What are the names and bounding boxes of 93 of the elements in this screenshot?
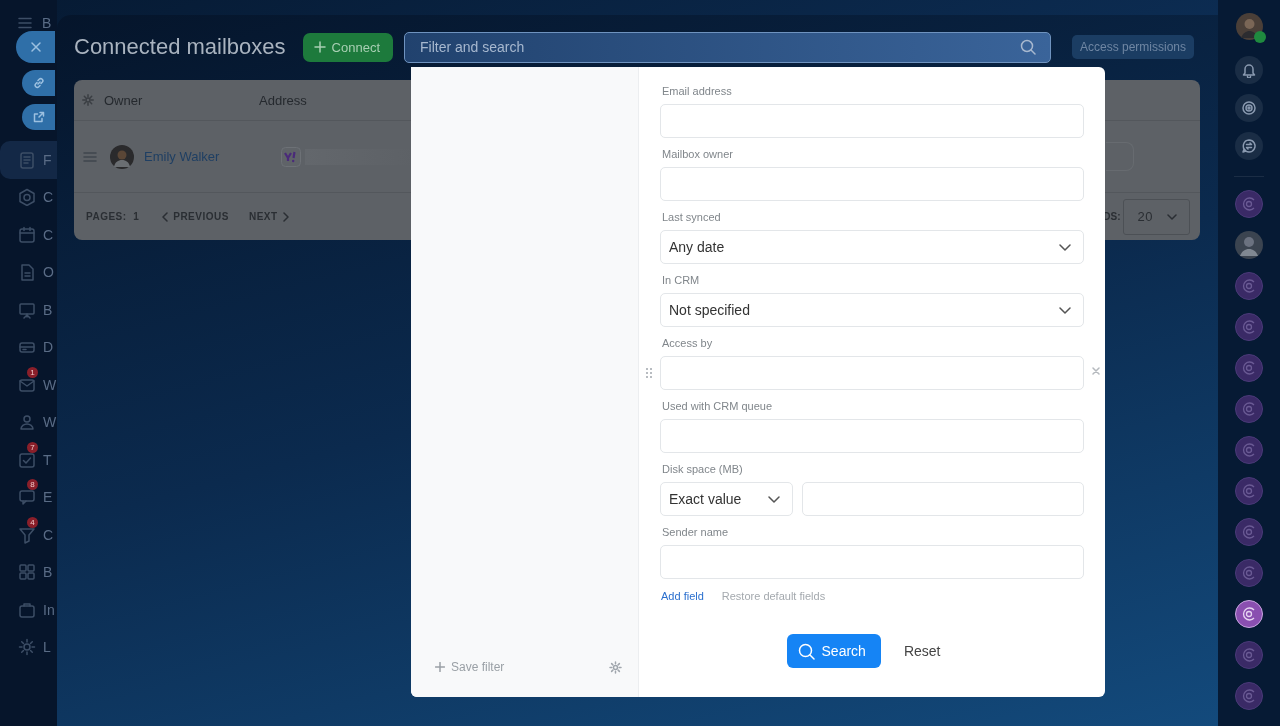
nav-item[interactable]: C bbox=[0, 178, 57, 216]
count-badge: 1 bbox=[27, 366, 38, 378]
nav-item[interactable]: B bbox=[0, 291, 57, 329]
link-icon bbox=[32, 77, 45, 89]
calendar-icon bbox=[18, 225, 36, 244]
input-field[interactable] bbox=[660, 545, 1084, 579]
link-button[interactable] bbox=[22, 70, 55, 96]
chevron-down-icon bbox=[1059, 306, 1071, 314]
chat-avatar[interactable] bbox=[1235, 231, 1263, 259]
settings-icon bbox=[609, 660, 622, 674]
settings-button[interactable] bbox=[609, 660, 622, 674]
search-icon bbox=[1020, 39, 1036, 55]
field-label: Access by bbox=[661, 337, 714, 350]
nav-item[interactable]: 4 C bbox=[0, 516, 57, 554]
mail-provider-icon bbox=[281, 146, 301, 167]
remove-button[interactable] bbox=[1092, 367, 1100, 375]
nav-item[interactable]: C bbox=[0, 216, 57, 254]
swap-chat-button[interactable] bbox=[1235, 132, 1263, 160]
input-field[interactable] bbox=[660, 419, 1084, 453]
column-header[interactable]: Owner bbox=[104, 92, 259, 108]
document-icon bbox=[18, 150, 36, 169]
notifications-icon bbox=[1241, 62, 1257, 78]
select-field[interactable]: Exact value bbox=[660, 482, 793, 516]
nav-item[interactable]: 8 E bbox=[0, 478, 57, 516]
checkbox-icon bbox=[18, 450, 36, 469]
close-icon bbox=[1092, 367, 1100, 375]
input-field[interactable] bbox=[660, 104, 1084, 138]
swap-chat-icon bbox=[1241, 138, 1257, 154]
nav-item[interactable]: In bbox=[0, 591, 57, 629]
chevron-left-icon bbox=[161, 211, 170, 222]
restore-fields-link[interactable]: Restore default fields bbox=[721, 590, 826, 602]
open-external-button[interactable] bbox=[22, 104, 55, 130]
input-field[interactable] bbox=[660, 356, 1084, 390]
file-icon bbox=[18, 263, 36, 282]
count-badge: 4 bbox=[27, 516, 38, 528]
field-label: Last synced bbox=[661, 211, 722, 224]
connect-button[interactable]: Connect bbox=[302, 32, 393, 62]
spiral-button[interactable] bbox=[1235, 94, 1263, 122]
nav-item[interactable]: F bbox=[0, 141, 57, 179]
nav-item[interactable]: D bbox=[0, 328, 57, 366]
close-icon bbox=[29, 41, 42, 53]
settings-icon bbox=[82, 94, 94, 106]
chevron-down-icon bbox=[768, 495, 780, 503]
field-label: Mailbox owner bbox=[661, 148, 734, 161]
user-avatar[interactable] bbox=[1235, 13, 1263, 40]
hexagon-icon bbox=[18, 188, 36, 207]
column-header[interactable]: Address bbox=[259, 92, 307, 108]
plus-icon bbox=[435, 662, 445, 672]
chevron-down-icon bbox=[1167, 213, 1177, 220]
close-button[interactable] bbox=[16, 31, 55, 63]
grid-icon bbox=[18, 563, 36, 582]
page-title: Connected mailboxes bbox=[74, 34, 286, 60]
avatar bbox=[110, 144, 134, 169]
chevron-down-icon bbox=[1059, 243, 1071, 251]
field-label: In CRM bbox=[661, 274, 701, 287]
select-field[interactable]: Any date bbox=[660, 230, 1084, 264]
search-icon bbox=[797, 642, 815, 660]
nav-item[interactable]: B bbox=[0, 553, 57, 591]
app-name: B bbox=[42, 15, 52, 31]
chat-icon bbox=[18, 488, 36, 507]
select-field[interactable]: Not specified bbox=[660, 293, 1084, 327]
add-field-link[interactable]: Add field bbox=[661, 590, 704, 602]
chevron-right-icon bbox=[281, 211, 290, 222]
presentation-icon bbox=[18, 300, 36, 319]
save-filter-button[interactable]: Save filter bbox=[435, 660, 609, 674]
owner-link[interactable]: Emily Walker bbox=[144, 149, 274, 164]
nav-item[interactable]: O bbox=[0, 253, 57, 291]
funnel-icon bbox=[18, 525, 36, 544]
field-label: Disk space (MB) bbox=[661, 463, 744, 476]
count-badge: 7 bbox=[27, 441, 38, 453]
briefcase-icon bbox=[18, 600, 36, 619]
chat-channel-icon[interactable] bbox=[1235, 600, 1263, 628]
field-label: Email address bbox=[661, 85, 733, 98]
input-field[interactable] bbox=[660, 167, 1084, 201]
drag-grip-icon bbox=[645, 367, 653, 379]
count-badge: 8 bbox=[27, 479, 38, 491]
reset-button[interactable]: Reset bbox=[886, 634, 958, 668]
search-button[interactable]: Search bbox=[786, 634, 881, 668]
access-permissions-button[interactable]: Access permissions bbox=[1072, 35, 1195, 59]
notifications-button[interactable] bbox=[1235, 56, 1263, 84]
nav-item[interactable]: 1 W bbox=[0, 366, 57, 404]
cell-field bbox=[1106, 142, 1134, 171]
search-field[interactable]: Filter and search bbox=[404, 31, 1051, 63]
nav-item[interactable]: L bbox=[0, 628, 57, 666]
menu-icon bbox=[18, 17, 32, 29]
plus-icon bbox=[313, 41, 326, 53]
external-link-icon bbox=[32, 111, 45, 123]
input-field[interactable] bbox=[802, 482, 1084, 516]
nav-item[interactable]: W bbox=[0, 403, 57, 441]
people-icon bbox=[18, 413, 36, 432]
field-label: Used with CRM queue bbox=[661, 400, 774, 413]
field-label: Sender name bbox=[661, 526, 730, 539]
nav-item[interactable]: 7 T bbox=[0, 441, 57, 479]
